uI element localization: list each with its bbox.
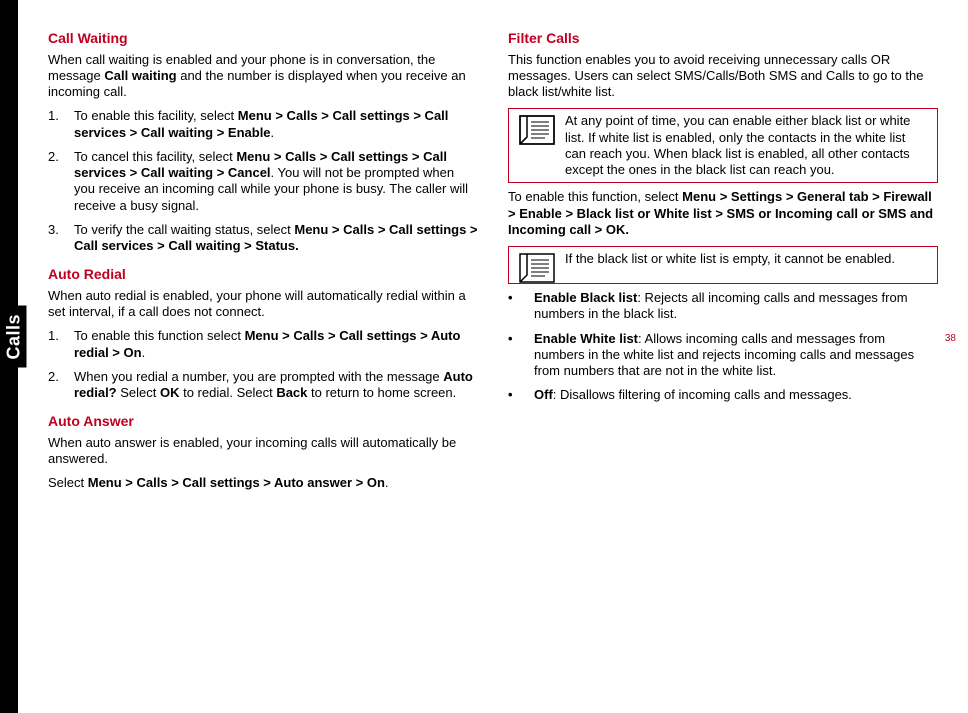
call-waiting-section: Call Waiting When call waiting is enable… [48, 30, 478, 254]
section-label: Calls [2, 306, 27, 368]
left-column: Call Waiting When call waiting is enable… [48, 30, 478, 504]
auto-answer-heading: Auto Answer [48, 413, 478, 431]
note-box-2: If the black list or white list is empty… [508, 246, 938, 284]
ar-step-2: 2.When you redial a number, you are prom… [48, 369, 478, 402]
auto-redial-heading: Auto Redial [48, 266, 478, 284]
call-waiting-heading: Call Waiting [48, 30, 478, 48]
note-1-text: At any point of time, you can enable eit… [565, 109, 937, 182]
page-content: Call Waiting When call waiting is enable… [0, 0, 968, 534]
cw-step-3: 3.To verify the call waiting status, sel… [48, 222, 478, 255]
filter-opt-black: •Enable Black list: Rejects all incoming… [508, 290, 938, 323]
auto-redial-intro: When auto redial is enabled, your phone … [48, 288, 478, 321]
filter-calls-intro: This function enables you to avoid recei… [508, 52, 938, 101]
note-box-1: At any point of time, you can enable eit… [508, 108, 938, 183]
note-icon [509, 247, 565, 283]
ar-step-1: 1.To enable this function select Menu > … [48, 328, 478, 361]
filter-opt-white: •Enable White list: Allows incoming call… [508, 331, 938, 380]
note-icon [509, 109, 565, 182]
page-number: 38 [945, 333, 956, 344]
auto-redial-section: Auto Redial When auto redial is enabled,… [48, 266, 478, 401]
auto-answer-path: Select Menu > Calls > Call settings > Au… [48, 475, 478, 491]
filter-calls-section: Filter Calls This function enables you t… [508, 30, 938, 404]
cw-step-1: 1.To enable this facility, select Menu >… [48, 108, 478, 141]
right-column: Filter Calls This function enables you t… [508, 30, 938, 504]
cw-step-2: 2.To cancel this facility, select Menu >… [48, 149, 478, 214]
filter-enable-path: To enable this function, select Menu > S… [508, 189, 938, 238]
filter-calls-heading: Filter Calls [508, 30, 938, 48]
auto-answer-section: Auto Answer When auto answer is enabled,… [48, 413, 478, 491]
auto-answer-intro: When auto answer is enabled, your incomi… [48, 435, 478, 468]
note-2-text: If the black list or white list is empty… [565, 247, 937, 283]
filter-opt-off: •Off: Disallows filtering of incoming ca… [508, 387, 938, 403]
call-waiting-intro: When call waiting is enabled and your ph… [48, 52, 478, 101]
